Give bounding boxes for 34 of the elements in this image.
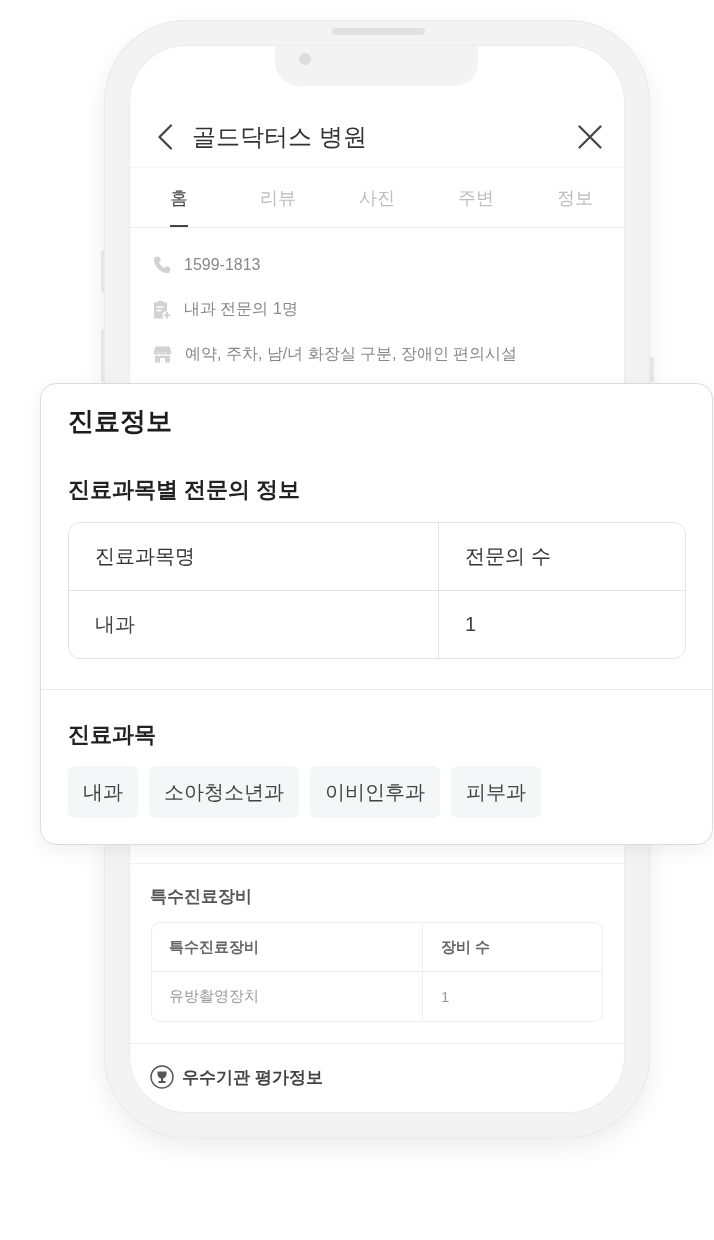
department-tag: 이비인후과 bbox=[310, 766, 440, 818]
specialist-summary: 내과 전문의 1명 bbox=[184, 299, 298, 319]
department-tag: 내과 bbox=[68, 766, 138, 818]
evaluation-link[interactable]: 우수기관 평가정보 bbox=[150, 1065, 323, 1089]
phone-number: 1599-1813 bbox=[184, 255, 261, 274]
trophy-icon bbox=[150, 1065, 174, 1089]
close-button[interactable] bbox=[578, 125, 602, 149]
table-header-cell: 진료과목명 bbox=[69, 523, 439, 591]
table-cell-text: 1 bbox=[464, 612, 478, 637]
table-header-cell: 장비 수 bbox=[423, 923, 602, 972]
table-header-cell: 전문의 수 bbox=[439, 523, 685, 591]
table-cell: 유방촬영장치 bbox=[152, 972, 423, 1021]
tab[interactable]: 사진 bbox=[359, 168, 395, 227]
clipboard-plus-icon bbox=[153, 300, 171, 319]
back-button[interactable] bbox=[157, 124, 173, 150]
tab[interactable]: 홈 bbox=[170, 168, 189, 227]
tab[interactable]: 리뷰 bbox=[260, 168, 297, 227]
page-title: 골드닥터스 병원 bbox=[192, 122, 368, 152]
department-tag: 피부과 bbox=[451, 766, 541, 818]
facility-list: 예약, 주차, 남/녀 화장실 구분, 장애인 편의시설 bbox=[185, 344, 518, 365]
tab[interactable]: 정보 bbox=[556, 168, 593, 227]
department-tag: 소아청소년과 bbox=[149, 766, 299, 818]
close-icon bbox=[578, 125, 602, 149]
section-title: 진료과목 bbox=[68, 721, 157, 749]
storefront-icon bbox=[153, 346, 172, 363]
table-cell-text: 1 bbox=[440, 987, 451, 1007]
section-title: 진료과목별 전문의 정보 bbox=[68, 476, 302, 504]
card-title: 진료정보 bbox=[68, 405, 173, 438]
table-cell: 내과 bbox=[69, 591, 439, 658]
phone-icon bbox=[153, 255, 171, 274]
table-header-cell: 특수진료장비 bbox=[152, 923, 423, 972]
section-title: 특수진료장비 bbox=[150, 886, 253, 908]
tab[interactable]: 주변 bbox=[457, 168, 494, 227]
chevron-left-icon bbox=[157, 124, 173, 150]
